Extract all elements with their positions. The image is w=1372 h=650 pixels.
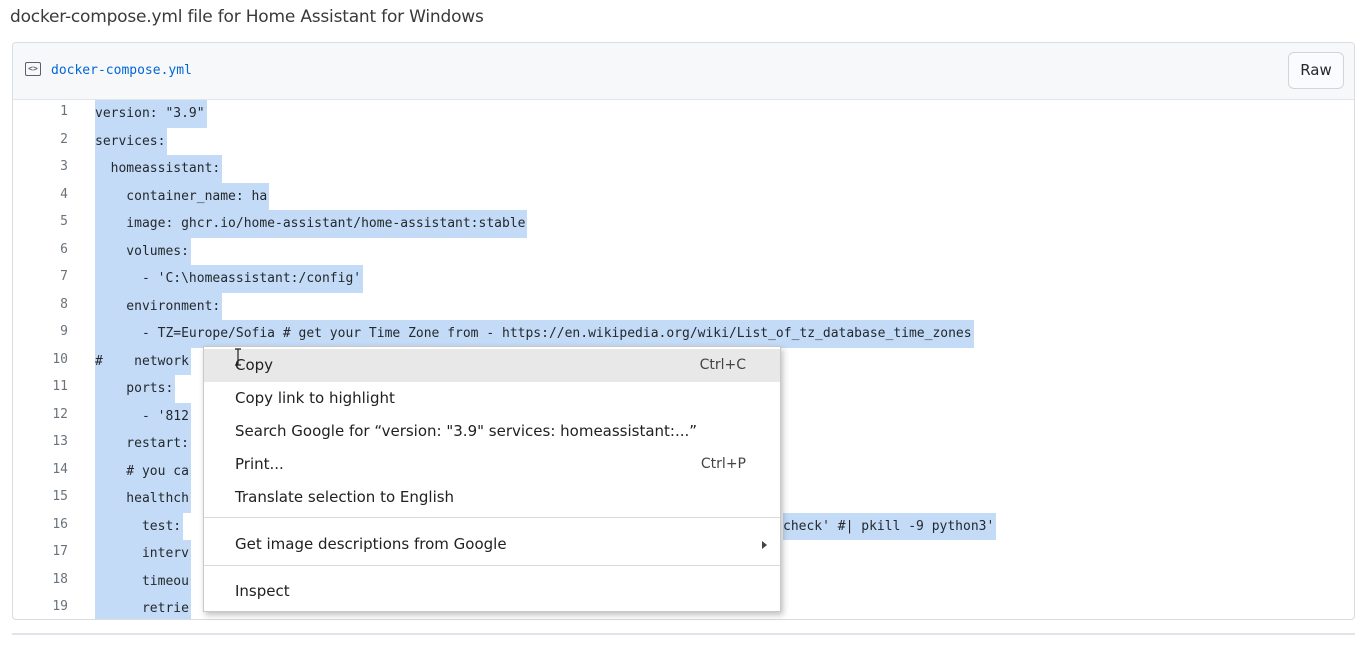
- menu-item-print[interactable]: Print... Ctrl+P: [204, 448, 780, 481]
- code-text[interactable]: homeassistant:: [95, 155, 223, 183]
- line-number[interactable]: 14: [13, 462, 68, 477]
- code-text[interactable]: - 'C:\homeassistant:/config': [95, 265, 364, 293]
- line-number[interactable]: 15: [13, 489, 68, 504]
- menu-item-label: Search Google for “version: "3.9" servic…: [235, 422, 698, 440]
- raw-button[interactable]: Raw: [1288, 52, 1344, 89]
- code-line: 6 volumes:: [13, 237, 1354, 265]
- context-menu: Copy Ctrl+C Copy link to highlight Searc…: [203, 346, 781, 612]
- code-text[interactable]: healthch: [95, 485, 191, 513]
- code-text[interactable]: interv: [95, 540, 191, 568]
- code-line: 3 homeassistant:: [13, 155, 1354, 183]
- menu-item-translate[interactable]: Translate selection to English: [204, 481, 780, 514]
- code-text[interactable]: test:: [95, 512, 184, 540]
- menu-separator: [204, 565, 780, 566]
- code-text[interactable]: # network: [95, 347, 191, 375]
- line-number[interactable]: 12: [13, 407, 68, 422]
- line-number[interactable]: 18: [13, 572, 68, 587]
- gist-description: docker-compose.yml file for Home Assista…: [10, 7, 484, 27]
- code-file-icon: <>: [25, 62, 41, 76]
- code-line: 1 version: "3.9": [13, 100, 1354, 128]
- menu-item-label: Inspect: [235, 582, 290, 600]
- file-name-link[interactable]: docker-compose.yml: [51, 63, 192, 78]
- line-number[interactable]: 9: [13, 324, 68, 339]
- code-text[interactable]: - TZ=Europe/Sofia # get your Time Zone f…: [95, 320, 974, 348]
- code-line: 9 - TZ=Europe/Sofia # get your Time Zone…: [13, 320, 1354, 348]
- menu-item-copy[interactable]: Copy Ctrl+C: [204, 349, 780, 382]
- line-number[interactable]: 10: [13, 352, 68, 367]
- code-text[interactable]: services:: [95, 127, 168, 155]
- menu-item-label: Copy link to highlight: [235, 389, 395, 407]
- menu-item-copy-link-to-highlight[interactable]: Copy link to highlight: [204, 382, 780, 415]
- code-text[interactable]: # you ca: [95, 457, 191, 485]
- file-header: <> docker-compose.yml Raw: [13, 43, 1354, 100]
- code-text[interactable]: version: "3.9": [95, 100, 207, 128]
- line-number[interactable]: 4: [13, 187, 68, 202]
- menu-item-shortcut: Ctrl+C: [699, 357, 746, 373]
- code-line: 5 image: ghcr.io/home-assistant/home-ass…: [13, 210, 1354, 238]
- code-text[interactable]: image: ghcr.io/home-assistant/home-assis…: [95, 210, 528, 238]
- line-number[interactable]: 8: [13, 297, 68, 312]
- code-text[interactable]: retrie: [95, 595, 191, 619]
- submenu-arrow-icon: [762, 541, 767, 549]
- code-text[interactable]: timeou: [95, 567, 191, 595]
- code-text[interactable]: environment:: [95, 292, 223, 320]
- code-line: 2 services:: [13, 127, 1354, 155]
- line-number[interactable]: 3: [13, 159, 68, 174]
- menu-item-label: Print...: [235, 455, 284, 473]
- code-text-tail[interactable]: check' #| pkill -9 python3': [783, 512, 997, 540]
- divider: [12, 633, 1355, 635]
- text-cursor-icon: [235, 348, 241, 366]
- line-number[interactable]: 16: [13, 517, 68, 532]
- code-line: 8 environment:: [13, 292, 1354, 320]
- code-text[interactable]: ports:: [95, 375, 176, 403]
- menu-item-image-descriptions[interactable]: Get image descriptions from Google: [204, 528, 780, 561]
- line-number[interactable]: 2: [13, 132, 68, 147]
- code-text[interactable]: container_name: ha: [95, 182, 270, 210]
- line-number[interactable]: 19: [13, 599, 68, 614]
- menu-item-label: Translate selection to English: [235, 488, 455, 506]
- menu-item-label: Get image descriptions from Google: [235, 535, 507, 553]
- code-text[interactable]: - '812: [95, 402, 191, 430]
- menu-item-inspect[interactable]: Inspect: [204, 575, 780, 608]
- line-number[interactable]: 1: [13, 104, 68, 119]
- line-number[interactable]: 5: [13, 214, 68, 229]
- menu-separator: [204, 517, 780, 518]
- code-text[interactable]: volumes:: [95, 237, 191, 265]
- line-number[interactable]: 7: [13, 269, 68, 284]
- menu-item-search-google[interactable]: Search Google for “version: "3.9" servic…: [204, 415, 780, 448]
- line-number[interactable]: 6: [13, 242, 68, 257]
- code-line: 7 - 'C:\homeassistant:/config': [13, 265, 1354, 293]
- line-number[interactable]: 17: [13, 544, 68, 559]
- line-number[interactable]: 11: [13, 379, 68, 394]
- code-line: 4 container_name: ha: [13, 182, 1354, 210]
- code-text[interactable]: restart:: [95, 430, 191, 458]
- menu-item-shortcut: Ctrl+P: [700, 456, 746, 472]
- line-number[interactable]: 13: [13, 434, 68, 449]
